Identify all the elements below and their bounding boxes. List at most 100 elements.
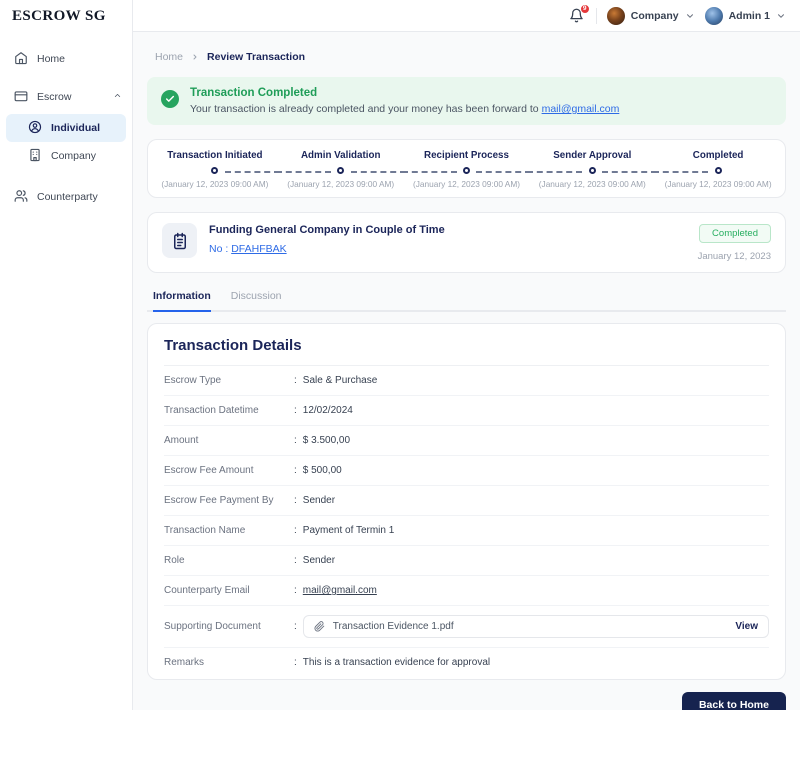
document-view-button[interactable]: View bbox=[735, 621, 758, 632]
building-icon bbox=[28, 148, 42, 165]
detail-value: $ 500,00 bbox=[303, 465, 342, 476]
step-label: Completed bbox=[655, 150, 781, 161]
detail-row-amount: Amount : $ 3.500,00 bbox=[164, 426, 769, 456]
detail-row-remarks: Remarks : This is a transaction evidence… bbox=[164, 648, 769, 677]
transaction-number-label: No : bbox=[209, 243, 231, 255]
transaction-number-link[interactable]: DFAHFBAK bbox=[231, 243, 286, 255]
chevron-right-icon bbox=[191, 53, 199, 61]
step-label: Sender Approval bbox=[529, 150, 655, 161]
tab-bar: Information Discussion bbox=[147, 290, 786, 312]
detail-row-role: Role : Sender bbox=[164, 546, 769, 576]
counterparty-email-link[interactable]: mail@gmail.com bbox=[303, 585, 377, 596]
tab-information[interactable]: Information bbox=[153, 290, 211, 312]
banner-title: Transaction Completed bbox=[190, 87, 619, 99]
sidebar-item-counterparty[interactable]: Counterparty bbox=[0, 184, 132, 210]
chevron-down-icon bbox=[685, 11, 695, 21]
detail-colon: : bbox=[294, 657, 297, 668]
main-column: 9 Company Admin 1 Home Review Transactio… bbox=[133, 0, 800, 710]
sidebar-item-escrow[interactable]: Escrow bbox=[0, 84, 132, 110]
detail-label: Transaction Name bbox=[164, 525, 294, 536]
user-menu-label: Admin 1 bbox=[729, 10, 770, 22]
transaction-number: No : DFAHFBAK bbox=[209, 243, 445, 255]
wallet-icon bbox=[14, 89, 28, 106]
detail-colon: : bbox=[294, 465, 297, 476]
success-banner: Transaction Completed Your transaction i… bbox=[147, 77, 786, 125]
step-transaction-initiated: Transaction Initiated (January 12, 2023 … bbox=[152, 150, 278, 189]
chevron-up-icon bbox=[113, 91, 122, 103]
chevron-down-icon bbox=[776, 11, 786, 21]
breadcrumb: Home Review Transaction bbox=[147, 45, 786, 63]
detail-label: Amount bbox=[164, 435, 294, 446]
step-circle bbox=[211, 167, 218, 174]
tab-discussion[interactable]: Discussion bbox=[231, 290, 282, 312]
detail-label: Transaction Datetime bbox=[164, 405, 294, 416]
detail-colon: : bbox=[294, 405, 297, 416]
sidebar-item-home[interactable]: Home bbox=[0, 46, 132, 72]
status-badge: Completed bbox=[699, 224, 771, 243]
detail-colon: : bbox=[294, 495, 297, 506]
sidebar-item-label: Individual bbox=[51, 122, 100, 134]
breadcrumb-home-link[interactable]: Home bbox=[155, 51, 183, 63]
user-menu[interactable]: Admin 1 bbox=[705, 7, 786, 25]
check-circle-icon bbox=[161, 90, 179, 108]
banner-text: Transaction Completed Your transaction i… bbox=[190, 87, 619, 115]
detail-row-supporting-document: Supporting Document : Transaction Eviden… bbox=[164, 606, 769, 648]
step-circle bbox=[589, 167, 596, 174]
step-recipient-process: Recipient Process (January 12, 2023 09:0… bbox=[404, 150, 530, 189]
transaction-title-block: Funding General Company in Couple of Tim… bbox=[209, 223, 445, 262]
page-content: Home Review Transaction Transaction Comp… bbox=[133, 32, 800, 710]
document-filename: Transaction Evidence 1.pdf bbox=[333, 621, 454, 632]
users-icon bbox=[14, 189, 28, 206]
detail-colon: : bbox=[294, 621, 297, 632]
detail-value: Sale & Purchase bbox=[303, 375, 378, 386]
transaction-status-block: Completed January 12, 2023 bbox=[698, 223, 771, 262]
user-avatar bbox=[705, 7, 723, 25]
sidebar-item-label: Home bbox=[37, 53, 65, 65]
step-date: (January 12, 2023 09:00 AM) bbox=[655, 179, 781, 189]
sidebar-item-label: Escrow bbox=[37, 91, 71, 103]
transaction-details-card: Transaction Details Escrow Type : Sale &… bbox=[147, 323, 786, 680]
banner-email-link[interactable]: mail@gmail.com bbox=[542, 103, 620, 115]
step-circle bbox=[715, 167, 722, 174]
step-date: (January 12, 2023 09:00 AM) bbox=[404, 179, 530, 189]
person-circle-icon bbox=[28, 120, 42, 137]
step-circle bbox=[463, 167, 470, 174]
progress-stepper: Transaction Initiated (January 12, 2023 … bbox=[147, 139, 786, 198]
sidebar-item-company[interactable]: Company bbox=[0, 142, 132, 170]
sidebar-item-label: Counterparty bbox=[37, 191, 98, 203]
notification-bell-button[interactable]: 9 bbox=[568, 7, 586, 25]
banner-message: Your transaction is already completed an… bbox=[190, 103, 619, 115]
detail-row-escrow-fee-amount: Escrow Fee Amount : $ 500,00 bbox=[164, 456, 769, 486]
sidebar: ESCROW SG Home Escrow bbox=[0, 0, 133, 710]
home-icon bbox=[14, 51, 28, 68]
footer-actions: Back to Home bbox=[147, 692, 786, 710]
sidebar-item-individual[interactable]: Individual bbox=[6, 114, 126, 142]
company-menu-label: Company bbox=[631, 10, 679, 22]
banner-message-text: Your transaction is already completed an… bbox=[190, 103, 542, 115]
brand-logo: ESCROW SG bbox=[0, 0, 132, 32]
company-menu[interactable]: Company bbox=[607, 7, 695, 25]
step-sender-approval: Sender Approval (January 12, 2023 09:00 … bbox=[529, 150, 655, 189]
step-date: (January 12, 2023 09:00 AM) bbox=[152, 179, 278, 189]
step-label: Admin Validation bbox=[278, 150, 404, 161]
detail-value: This is a transaction evidence for appro… bbox=[303, 657, 490, 668]
sidebar-nav: Home Escrow Individual bbox=[0, 32, 132, 210]
detail-colon: : bbox=[294, 525, 297, 536]
detail-value: 12/02/2024 bbox=[303, 405, 353, 416]
detail-colon: : bbox=[294, 435, 297, 446]
detail-label: Escrow Type bbox=[164, 375, 294, 386]
detail-colon: : bbox=[294, 555, 297, 566]
detail-row-transaction-datetime: Transaction Datetime : 12/02/2024 bbox=[164, 396, 769, 426]
back-to-home-button[interactable]: Back to Home bbox=[682, 692, 786, 710]
detail-value: $ 3.500,00 bbox=[303, 435, 350, 446]
detail-colon: : bbox=[294, 375, 297, 386]
transaction-title: Funding General Company in Couple of Tim… bbox=[209, 224, 445, 236]
details-heading: Transaction Details bbox=[164, 337, 769, 366]
step-date: (January 12, 2023 09:00 AM) bbox=[278, 179, 404, 189]
step-completed: Completed (January 12, 2023 09:00 AM) bbox=[655, 150, 781, 189]
clipboard-icon bbox=[162, 223, 197, 258]
detail-row-transaction-name: Transaction Name : Payment of Termin 1 bbox=[164, 516, 769, 546]
sidebar-item-label: Company bbox=[51, 150, 96, 162]
detail-label: Remarks bbox=[164, 657, 294, 668]
step-label: Recipient Process bbox=[404, 150, 530, 161]
